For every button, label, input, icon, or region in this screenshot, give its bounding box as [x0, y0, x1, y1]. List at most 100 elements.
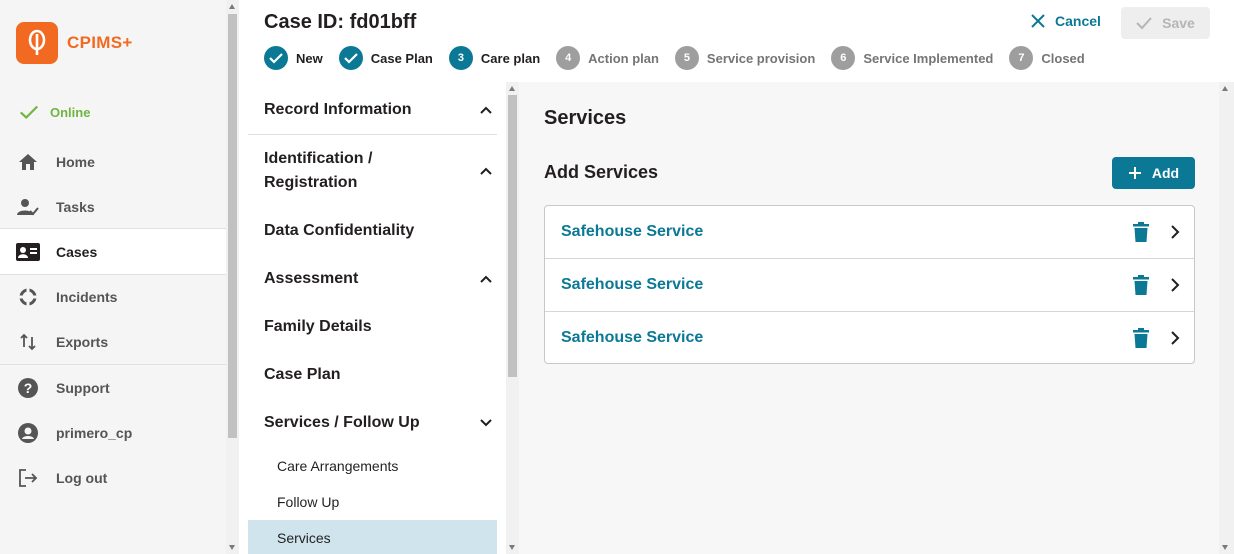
check-icon — [20, 105, 39, 120]
service-row[interactable]: Safehouse Service — [545, 312, 1194, 363]
app-logo[interactable]: CPIMS+ — [16, 22, 133, 64]
nav-scrollbar-thumb[interactable] — [228, 14, 237, 438]
services-list: Safehouse Service Safehouse Service Safe… — [544, 205, 1195, 364]
section-nav-scrollbar-thumb[interactable] — [508, 95, 517, 377]
section-assessment[interactable]: Assessment — [264, 267, 497, 291]
save-button[interactable]: Save — [1121, 7, 1210, 39]
step-label: Case Plan — [370, 50, 433, 66]
section-label: Family Details — [264, 318, 372, 335]
chevron-down-icon — [480, 419, 492, 427]
section-services-follow-up[interactable]: Services / Follow Up — [264, 411, 497, 435]
tasks-icon — [16, 195, 40, 219]
service-row[interactable]: Safehouse Service — [545, 206, 1194, 259]
nav-item-label: Tasks — [56, 198, 95, 215]
add-service-button[interactable]: Add — [1112, 157, 1195, 189]
section-identification-registration[interactable]: Identification / Registration — [264, 147, 497, 195]
online-status: Online — [18, 101, 90, 123]
main-nav: CPIMS+ Online Home Tasks Cases Incidents… — [0, 0, 226, 554]
section-label: Identification / Registration — [264, 150, 373, 191]
section-data-confidentiality[interactable]: Data Confidentiality — [264, 219, 497, 243]
check-icon — [1136, 17, 1152, 30]
trash-icon[interactable] — [1132, 222, 1150, 242]
service-name[interactable]: Safehouse Service — [561, 223, 703, 241]
svg-text:?: ? — [24, 380, 33, 396]
step-number: 4 — [556, 46, 581, 70]
plus-icon — [1128, 167, 1141, 179]
nav-item-label: Home — [56, 153, 95, 170]
step-number: 3 — [448, 46, 473, 70]
chevron-up-icon — [480, 275, 492, 283]
cases-icon — [16, 240, 40, 264]
trash-icon[interactable] — [1132, 275, 1150, 295]
subsection-follow-up[interactable]: Follow Up — [277, 494, 339, 510]
step-complete-icon — [264, 46, 288, 70]
chevron-up-icon — [480, 167, 492, 175]
subsection-services[interactable]: Services — [277, 530, 331, 546]
nav-item-cases[interactable]: Cases — [0, 229, 226, 274]
step-care-plan: 3 Care plan — [448, 46, 541, 70]
step-label: Service provision — [706, 50, 816, 66]
trash-icon[interactable] — [1132, 327, 1150, 348]
chevron-up-icon — [480, 106, 492, 114]
nav-item-label: Incidents — [56, 288, 118, 305]
nav-item-label: primero_cp — [56, 424, 133, 441]
step-action-plan: 4 Action plan — [556, 46, 659, 70]
nav-scrollbar[interactable] — [226, 0, 239, 554]
exports-icon — [16, 330, 40, 354]
chevron-right-icon[interactable] — [1168, 225, 1182, 239]
home-icon — [16, 150, 40, 174]
support-icon: ? — [16, 376, 40, 400]
nav-item-home[interactable]: Home — [0, 139, 226, 184]
section-family-details[interactable]: Family Details — [264, 315, 497, 339]
step-number: 7 — [1009, 46, 1034, 70]
incidents-icon — [16, 285, 40, 309]
nav-item-label: Log out — [56, 469, 108, 486]
step-number: 6 — [831, 46, 856, 70]
section-record-information[interactable]: Record Information — [264, 98, 497, 122]
step-label: Action plan — [588, 50, 659, 66]
nav-item-exports[interactable]: Exports — [0, 319, 226, 364]
cancel-label: Cancel — [1055, 13, 1101, 29]
section-label: Services / Follow Up — [264, 414, 420, 431]
section-nav-scrollbar[interactable] — [506, 82, 519, 554]
subsection-care-arrangements[interactable]: Care Arrangements — [277, 458, 398, 474]
section-label: Case Plan — [264, 366, 341, 383]
step-label: Care plan — [480, 50, 541, 66]
nav-item-logout[interactable]: Log out — [0, 455, 226, 500]
save-label: Save — [1162, 15, 1195, 31]
service-name[interactable]: Safehouse Service — [561, 329, 703, 347]
service-name[interactable]: Safehouse Service — [561, 276, 703, 294]
service-row[interactable]: Safehouse Service — [545, 259, 1194, 312]
workflow-stepper: New Case Plan 3 Care plan 4 Action plan … — [264, 46, 1101, 70]
online-status-label: Online — [50, 104, 91, 120]
close-icon — [1031, 14, 1045, 28]
step-number: 5 — [674, 46, 699, 70]
nav-item-support[interactable]: ? Support — [0, 365, 226, 410]
nav-item-label: Cases — [56, 243, 98, 260]
section-label: Data Confidentiality — [264, 222, 415, 239]
logo-mark-icon — [16, 22, 58, 64]
add-label: Add — [1151, 165, 1180, 181]
step-complete-icon — [338, 46, 363, 70]
nav-item-label: Support — [56, 379, 110, 396]
section-label: Record Information — [264, 101, 412, 118]
main-scrollbar[interactable] — [1219, 82, 1234, 554]
step-service-provision: 5 Service provision — [674, 46, 816, 70]
step-closed: 7 Closed — [1009, 46, 1085, 70]
section-case-plan[interactable]: Case Plan — [264, 363, 497, 387]
add-services-title: Add Services — [544, 162, 659, 182]
nav-item-incidents[interactable]: Incidents — [0, 274, 226, 319]
nav-item-tasks[interactable]: Tasks — [0, 184, 226, 229]
step-case-plan: Case Plan — [338, 46, 433, 70]
services-title: Services — [544, 107, 627, 129]
chevron-right-icon[interactable] — [1168, 278, 1182, 292]
step-new: New — [264, 46, 323, 70]
page-title: Case ID: fd01bff — [264, 11, 417, 33]
app-name: CPIMS+ — [67, 33, 133, 52]
section-label: Assessment — [264, 270, 359, 287]
cancel-button[interactable]: Cancel — [1031, 13, 1101, 29]
step-service-implemented: 6 Service Implemented — [831, 46, 993, 70]
chevron-right-icon[interactable] — [1168, 330, 1182, 345]
form-section-nav: Record Information Identification / Regi… — [248, 86, 497, 554]
nav-item-account[interactable]: primero_cp — [0, 410, 226, 455]
